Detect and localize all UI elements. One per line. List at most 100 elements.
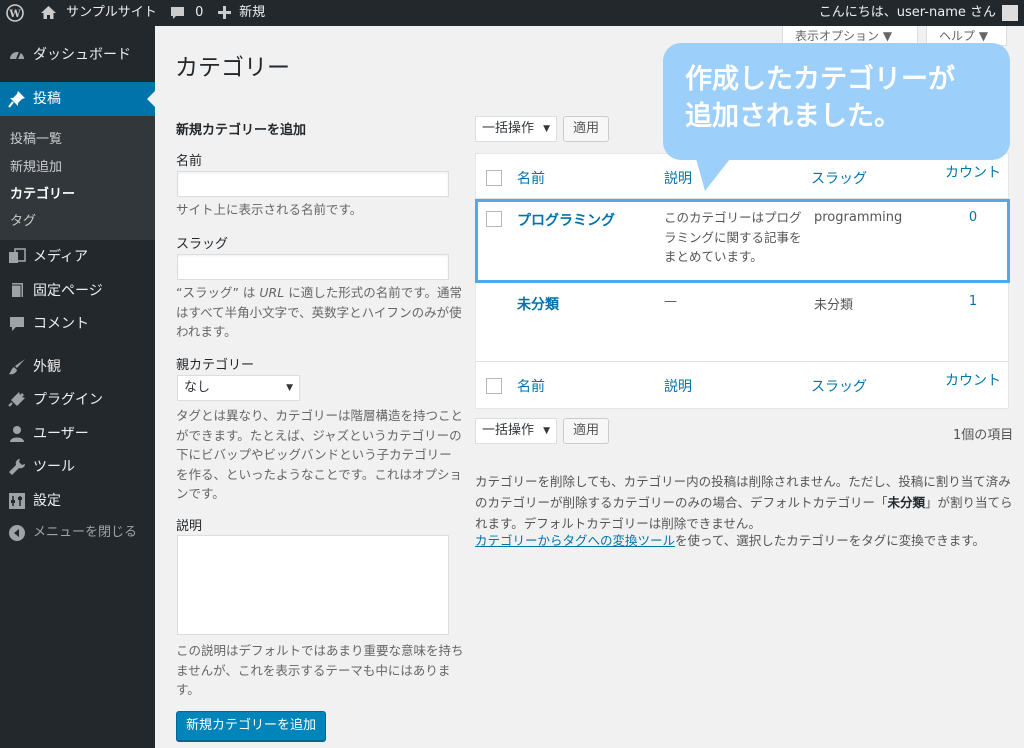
category-slug: 未分類 — [814, 298, 854, 313]
name-field[interactable] — [177, 171, 449, 197]
category-tag-converter-link[interactable]: カテゴリーからタグへの変換ツール — [475, 533, 675, 548]
select-all-checkbox-bottom[interactable] — [486, 378, 502, 394]
callout-text: 作成したカテゴリーが 追加されました。 — [685, 61, 955, 135]
admin-bar: W サンプルサイト 0 新規 こんにちは、user-name さん — [0, 0, 1024, 26]
category-description: — — [664, 294, 677, 309]
menu-media[interactable]: メディア — [0, 240, 155, 274]
slug-help-text: “スラッグ” は — [176, 285, 260, 300]
submenu-categories[interactable]: カテゴリー — [10, 183, 75, 202]
settings-icon — [9, 493, 25, 509]
add-category-heading: 新規カテゴリーを追加 — [176, 123, 307, 138]
submenu-add-new[interactable]: 新規追加 — [10, 156, 62, 175]
parent-help: タグとは異なり、カテゴリーは階層構造を持つことができます。たとえば、ジャズという… — [176, 408, 464, 501]
slug-field[interactable] — [177, 254, 449, 280]
column-count-footer[interactable]: カウント — [945, 370, 1001, 390]
menu-appearance[interactable]: 外観 — [0, 350, 155, 384]
menu-plugins[interactable]: プラグイン — [0, 383, 155, 417]
wordpress-logo-icon[interactable]: W — [6, 0, 24, 26]
account-greeting[interactable]: こんにちは、user-name さん — [819, 0, 996, 26]
menu-users[interactable]: ユーザー — [0, 417, 155, 451]
category-count-link[interactable]: 1 — [958, 294, 988, 309]
slug-help: “スラッグ” は URL に適した形式の名前です。通常はすべて半角小文字で、英数… — [176, 283, 464, 342]
menu-label: 設定 — [33, 493, 61, 509]
menu-collapse[interactable]: メニューを閉じる — [0, 516, 155, 550]
home-icon — [41, 6, 56, 19]
description-textarea[interactable] — [177, 535, 449, 635]
user-icon — [10, 426, 24, 442]
comment-icon — [10, 317, 24, 331]
menu-posts[interactable]: 投稿 — [0, 82, 155, 116]
parent-label: 親カテゴリー — [176, 358, 255, 373]
site-home-link[interactable]: サンプルサイト — [40, 0, 157, 26]
chevron-down-icon: ▼ — [543, 426, 550, 436]
add-category-button[interactable]: 新規カテゴリーを追加 — [176, 711, 326, 741]
select-all-checkbox-top[interactable] — [486, 170, 502, 186]
menu-dashboard[interactable]: ダッシュボード — [0, 38, 155, 72]
apply-button-bottom[interactable]: 適用 — [563, 418, 609, 444]
menu-label: ユーザー — [33, 426, 89, 442]
column-name-header[interactable]: 名前 — [517, 168, 545, 188]
menu-pages[interactable]: 固定ページ — [0, 274, 155, 308]
site-name: サンプルサイト — [66, 5, 157, 20]
column-description-header: 説明 — [664, 171, 692, 187]
menu-label: ツール — [33, 459, 75, 475]
callout-tail — [695, 155, 733, 191]
converter-note: カテゴリーからタグへの変換ツールを使って、選択したカテゴリーをタグに変換できます… — [475, 530, 1015, 551]
menu-label: 外観 — [33, 359, 61, 375]
menu-label: メディア — [33, 249, 89, 265]
submenu-all-posts[interactable]: 投稿一覧 — [10, 128, 62, 147]
plugin-icon — [8, 392, 25, 407]
menu-tools[interactable]: ツール — [0, 450, 155, 484]
column-name-footer[interactable]: 名前 — [517, 376, 545, 396]
chevron-down-icon: ▼ — [286, 383, 293, 393]
page-icon — [9, 283, 23, 300]
column-description-footer: 説明 — [664, 379, 692, 395]
avatar[interactable] — [1002, 5, 1018, 21]
chevron-down-icon: ▼ — [543, 124, 550, 134]
converter-note-text: を使って、選択したカテゴリーをタグに変換できます。 — [675, 533, 986, 548]
menu-label: 固定ページ — [33, 283, 103, 299]
posts-submenu: 投稿一覧 新規追加 カテゴリー タグ — [0, 116, 155, 240]
comments-count: 0 — [195, 5, 204, 20]
bulk-action-select-top[interactable]: 一括操作 ▼ — [475, 116, 557, 142]
wrench-icon — [9, 459, 25, 475]
description-help: この説明はデフォルトではあまり重要な意味を持ちませんが、これを表示するテーマも中… — [176, 643, 464, 697]
category-name-link[interactable]: 未分類 — [517, 294, 559, 314]
menu-label: メニューを閉じる — [33, 525, 138, 540]
default-category-name: 未分類 — [887, 495, 926, 510]
callout-line-2: 追加されました。 — [685, 101, 901, 132]
column-slug-header[interactable]: スラッグ — [811, 168, 867, 188]
column-count-header[interactable]: カウント — [945, 162, 1001, 182]
media-icon — [9, 248, 26, 263]
pin-icon — [8, 91, 25, 108]
submenu-tags[interactable]: タグ — [10, 210, 36, 229]
slug-label: スラッグ — [176, 237, 229, 252]
menu-label: プラグイン — [33, 392, 103, 408]
dashboard-icon — [10, 51, 24, 60]
parent-selected-value: なし — [184, 380, 211, 395]
bulk-action-select-bottom[interactable]: 一括操作 ▼ — [475, 418, 557, 444]
active-indicator — [147, 91, 155, 107]
collapse-icon — [9, 525, 25, 541]
new-label: 新規 — [239, 5, 266, 20]
bulk-action-value: 一括操作 — [482, 423, 535, 438]
parent-category-select[interactable]: なし ▼ — [177, 375, 300, 401]
comment-icon — [171, 6, 184, 19]
menu-label: 投稿 — [33, 91, 61, 107]
comments-link[interactable]: 0 — [170, 0, 203, 26]
name-label: 名前 — [176, 154, 203, 169]
apply-button-top[interactable]: 適用 — [563, 116, 609, 142]
menu-settings[interactable]: 設定 — [0, 484, 155, 518]
menu-comments[interactable]: コメント — [0, 307, 155, 341]
description-label: 説明 — [176, 519, 203, 534]
menu-label: コメント — [33, 316, 89, 332]
brush-icon — [9, 359, 25, 375]
delete-note: カテゴリーを削除しても、カテゴリー内の投稿は削除されません。ただし、投稿に割り当… — [475, 471, 1015, 534]
new-content-link[interactable]: 新規 — [218, 0, 265, 26]
bulk-action-value: 一括操作 — [482, 121, 535, 136]
menu-label: ダッシュボード — [33, 47, 131, 63]
divider — [476, 361, 1008, 362]
column-slug-footer[interactable]: スラッグ — [811, 376, 867, 396]
page-title: カテゴリー — [175, 55, 290, 81]
plus-icon — [218, 6, 231, 19]
